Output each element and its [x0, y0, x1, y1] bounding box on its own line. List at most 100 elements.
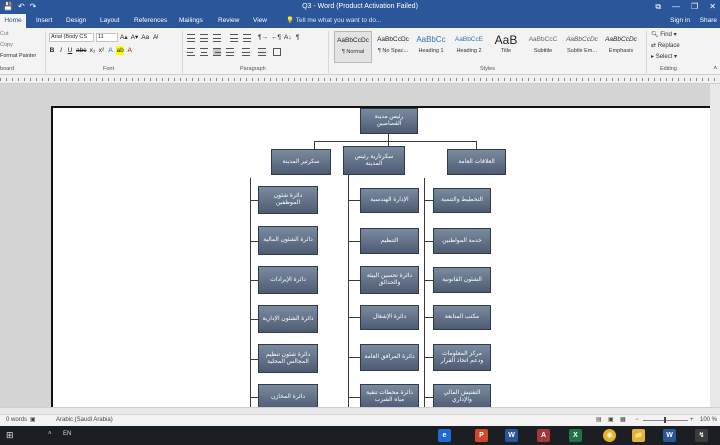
tell-me-search[interactable]: 💡 Tell me what you want to do...	[286, 14, 381, 28]
tab-view[interactable]: View	[250, 14, 270, 28]
clear-format-icon[interactable]: A̸	[152, 33, 158, 42]
share-button[interactable]: Share	[700, 14, 717, 28]
italic-icon[interactable]: I	[58, 46, 64, 55]
style-title[interactable]: AaB Title	[489, 31, 523, 63]
org-box[interactable]: دائرة الشئون المالية	[258, 226, 318, 255]
format-painter-button[interactable]: Format Painter	[0, 53, 36, 59]
vertical-scrollbar[interactable]	[710, 84, 720, 407]
style-heading-1[interactable]: AaBbCc Heading 1	[413, 31, 449, 63]
org-box[interactable]: دائرة الإشغال	[360, 305, 419, 330]
app-icon[interactable]: ↯	[695, 429, 708, 442]
ribbon-display-icon[interactable]: ⧉	[655, 1, 661, 12]
decrease-indent-icon[interactable]	[230, 34, 238, 42]
style-subtitle[interactable]: AaBbCcC Subtitle	[524, 31, 562, 63]
style-normal[interactable]: AaBbCcDc ¶ Normal	[334, 31, 372, 63]
zoom-level[interactable]: 100 %	[700, 415, 717, 426]
excel-icon[interactable]: X	[569, 429, 582, 442]
tab-design[interactable]: Design	[63, 14, 89, 28]
org-box-city-secretary[interactable]: سكرتير المدينة	[271, 149, 331, 175]
find-button[interactable]: 🔍︎ Find ▾	[651, 31, 677, 38]
style-heading-2[interactable]: AaBbCcE Heading 2	[451, 31, 487, 63]
zoom-slider-thumb[interactable]	[664, 417, 666, 423]
org-box[interactable]: دائرة المرافق العامة	[360, 344, 419, 371]
org-box[interactable]: دائرة شئون تنظيم المجالس المحلية	[258, 344, 318, 373]
zoom-in-icon[interactable]: +	[690, 415, 694, 426]
org-box-public-relations[interactable]: العلاقات العامة	[447, 149, 506, 175]
org-box[interactable]: الإدارة الهندسية	[360, 188, 419, 213]
font-color-icon[interactable]: A	[127, 46, 133, 55]
tab-insert[interactable]: Insert	[33, 14, 55, 28]
show-marks-icon[interactable]: ¶	[295, 33, 301, 42]
justify-icon[interactable]	[226, 48, 234, 56]
replace-button[interactable]: ⇄ Replace	[651, 42, 680, 49]
ltr-icon[interactable]: ¶→	[258, 33, 268, 42]
tab-mailings[interactable]: Mailings	[176, 14, 206, 28]
increase-indent-icon[interactable]	[243, 34, 251, 42]
bold-icon[interactable]: B	[49, 46, 55, 55]
powerpoint-icon[interactable]: P	[475, 429, 488, 442]
line-spacing-icon[interactable]	[242, 48, 250, 56]
style-subtle-emphasis[interactable]: AaBbCcDc Subtle Em...	[563, 31, 601, 63]
org-box[interactable]: التخطيط والتنمية	[433, 188, 491, 213]
strikethrough-icon[interactable]: abc	[76, 46, 86, 55]
word-document-icon[interactable]: W	[663, 429, 676, 442]
org-box[interactable]: دائرة تحسين البيئة والحدائق	[360, 266, 419, 294]
windows-start-icon[interactable]: ⊞	[6, 430, 14, 441]
align-center-icon[interactable]	[200, 48, 208, 56]
read-mode-icon[interactable]: ▤	[596, 415, 602, 426]
borders-icon[interactable]	[273, 48, 281, 56]
horizontal-scrollbar[interactable]	[0, 407, 720, 414]
highlight-icon[interactable]: ab	[116, 46, 124, 55]
sign-in-link[interactable]: Sign in	[670, 14, 690, 28]
style-emphasis[interactable]: AaBbCcDc Emphasis	[602, 31, 640, 63]
access-icon[interactable]: A	[537, 429, 550, 442]
change-case-icon[interactable]: Aa	[141, 33, 149, 42]
font-name-select[interactable]: Arial (Body CS	[49, 33, 94, 42]
text-effects-icon[interactable]: A	[107, 46, 113, 55]
numbering-icon[interactable]	[200, 34, 208, 42]
print-layout-icon[interactable]: ▣	[608, 415, 614, 426]
org-box[interactable]: دائرة الشئون الإدارية	[258, 305, 318, 333]
bullets-icon[interactable]	[187, 34, 195, 42]
shading-icon[interactable]	[258, 48, 266, 56]
word-count[interactable]: 0 words	[6, 415, 27, 426]
restore-icon[interactable]: ❐	[691, 1, 698, 12]
web-layout-icon[interactable]: ▦	[620, 415, 626, 426]
underline-icon[interactable]: U	[67, 46, 73, 55]
org-box[interactable]: مكتب المتابعة	[433, 305, 491, 330]
copy-button[interactable]: Copy	[0, 42, 13, 48]
org-box[interactable]: التنظيم	[360, 228, 419, 254]
shrink-font-icon[interactable]: A▾	[131, 33, 139, 42]
language-indicator[interactable]: Arabic (Saudi Arabia)	[56, 415, 113, 426]
collapse-ribbon-icon[interactable]: ˄	[713, 66, 717, 72]
org-box[interactable]: خدمة المواطنين	[433, 228, 491, 254]
tab-review[interactable]: Review	[215, 14, 242, 28]
select-button[interactable]: ▸ Select ▾	[651, 53, 677, 60]
style-no-spacing[interactable]: AaBbCcDc ¶ No Spac...	[374, 31, 412, 63]
cut-button[interactable]: Cut	[0, 31, 9, 37]
taskbar-language[interactable]: EN	[63, 431, 71, 437]
rtl-icon[interactable]: ←¶	[271, 33, 281, 42]
superscript-icon[interactable]: x²	[98, 46, 104, 55]
proofing-icon[interactable]: ▣	[30, 415, 36, 426]
tab-references[interactable]: References	[131, 14, 170, 28]
tab-layout[interactable]: Layout	[97, 14, 123, 28]
font-size-select[interactable]: 11	[96, 33, 118, 42]
zoom-out-icon[interactable]: −	[635, 415, 639, 426]
org-box[interactable]: مركز المعلومات ودعم اتخاذ القرار	[433, 344, 491, 371]
chrome-icon[interactable]: ◉	[603, 429, 616, 442]
org-box[interactable]: دائرة شئون الموظفين	[258, 186, 318, 214]
org-box-president-secretariat[interactable]: سكرتارية رئيس المدينة	[343, 146, 405, 175]
align-right-icon[interactable]	[213, 48, 221, 56]
grow-font-icon[interactable]: A▴	[120, 33, 128, 42]
align-left-icon[interactable]	[187, 48, 195, 56]
close-icon[interactable]: ✕	[709, 1, 716, 12]
org-box-root[interactable]: رئيس مدينة القصاصين	[360, 108, 418, 134]
multilevel-list-icon[interactable]	[213, 34, 221, 42]
tray-arrow-icon[interactable]: ˄	[48, 431, 52, 437]
horizontal-ruler[interactable]	[0, 75, 720, 84]
subscript-icon[interactable]: x₂	[89, 46, 96, 55]
sort-icon[interactable]: A↓	[284, 33, 292, 42]
minimize-icon[interactable]: —	[672, 1, 680, 12]
file-explorer-icon[interactable]: 📁	[632, 429, 645, 442]
